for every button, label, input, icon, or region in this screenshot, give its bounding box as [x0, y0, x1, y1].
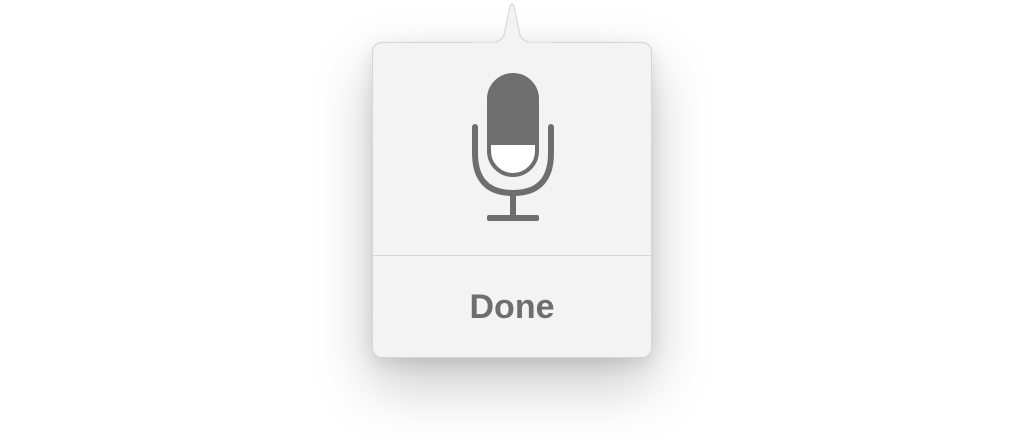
popover-arrow: [470, 3, 554, 44]
microphone-icon: [472, 73, 554, 221]
dictation-popover: Done: [372, 42, 652, 358]
mic-area: [373, 43, 651, 255]
screen: Done: [0, 0, 1020, 440]
mic-stand: [510, 193, 516, 217]
mic-base: [487, 215, 539, 221]
done-button[interactable]: Done: [373, 256, 651, 358]
